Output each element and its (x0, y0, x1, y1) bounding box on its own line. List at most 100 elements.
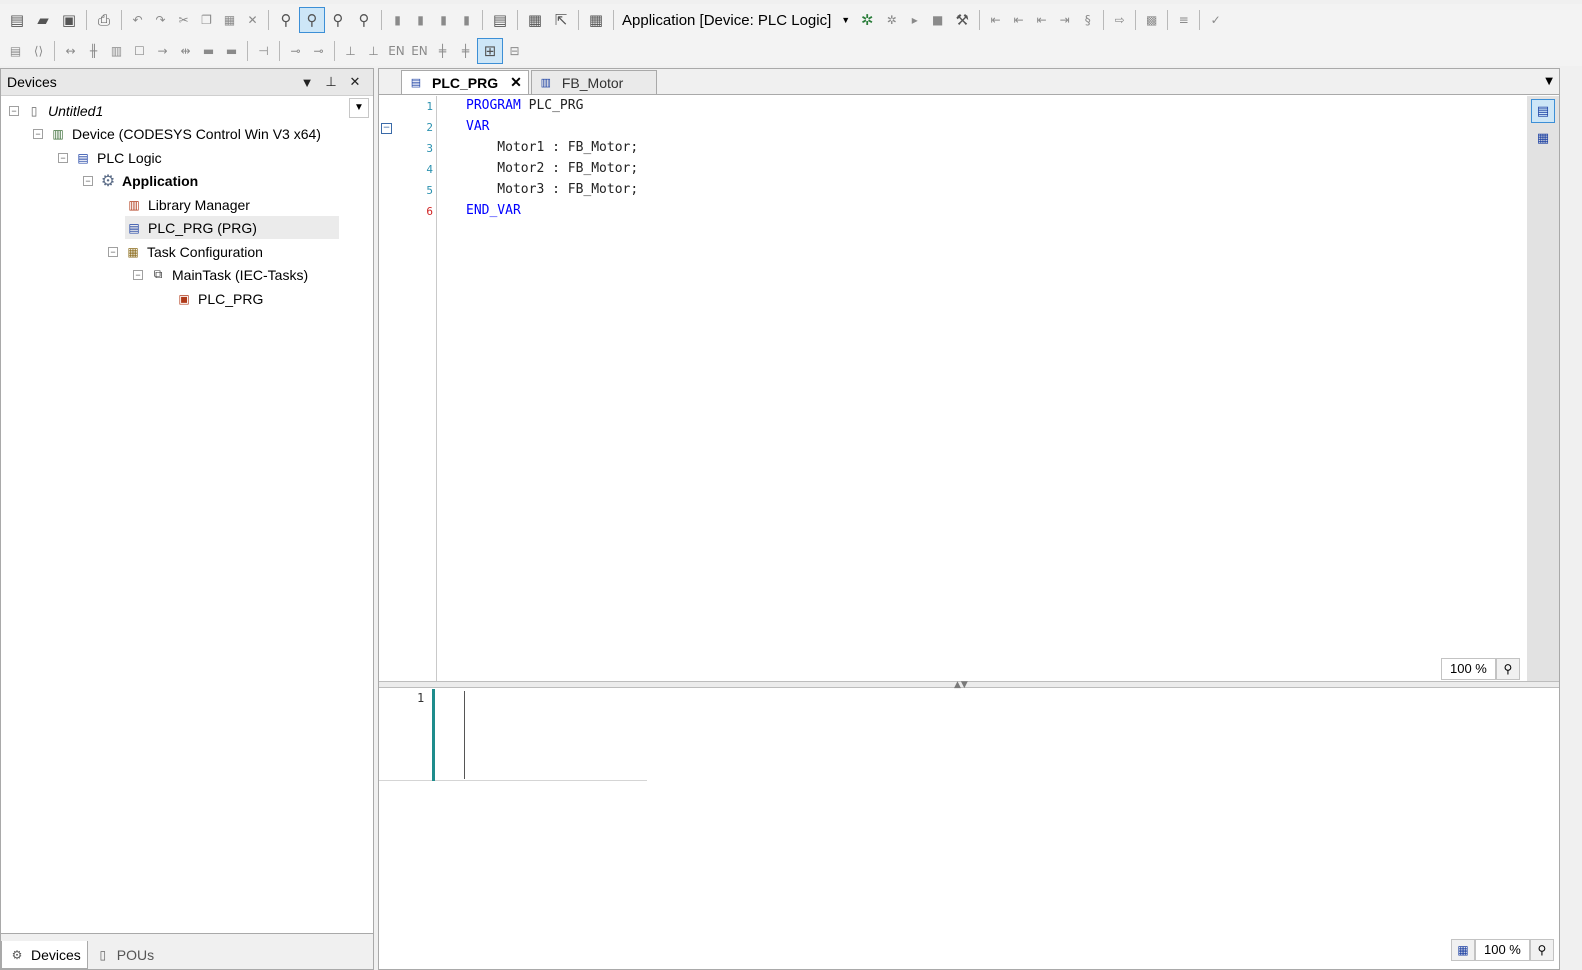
branch-end-icon[interactable]: ⊥ (362, 38, 385, 64)
editor-splitter[interactable]: ▲▼ (379, 680, 1559, 690)
panel-menu-icon[interactable]: ▼ (295, 75, 319, 90)
tab-list-chevron-icon[interactable]: ▼ (1545, 76, 1553, 87)
tree-item-library-manager[interactable]: ▥ Library Manager (125, 193, 250, 216)
textual-view-icon[interactable]: ▤ (1531, 99, 1555, 123)
copy-icon[interactable]: ❐ (195, 7, 218, 33)
collapse-icon[interactable]: − (83, 175, 93, 186)
step-over-icon[interactable]: ⇤ (984, 7, 1007, 33)
tree-item-plc-prg[interactable]: ▤ PLC_PRG (PRG) (125, 216, 339, 239)
tree-dropdown-button[interactable]: ▼ (349, 98, 369, 118)
step-into-icon[interactable]: ⇤ (1007, 7, 1030, 33)
fold-toggle-icon[interactable]: − (381, 123, 392, 134)
insert-return-icon[interactable]: ▬ (197, 38, 220, 64)
replace-next-icon[interactable]: ⚲ (351, 7, 377, 33)
pin-icon[interactable]: ⊥ (319, 74, 343, 90)
open-icon[interactable]: ▰ (30, 7, 56, 33)
set-coil-icon[interactable]: ⊸ (284, 38, 307, 64)
delete-icon[interactable]: ✕ (241, 7, 264, 33)
task-icon: ⧉ (153, 267, 163, 281)
end-icon[interactable]: EN (408, 38, 431, 64)
tab-fb-motor[interactable]: ▥ FB_Motor (530, 70, 657, 94)
toolbar-separator (1103, 10, 1105, 30)
run-to-cursor-icon[interactable]: ⇥ (1053, 7, 1076, 33)
insert-icon[interactable]: ▦ (522, 7, 548, 33)
zoom-icon[interactable]: ⚲ (1529, 939, 1554, 961)
tab-pous[interactable]: ▯ POUs (88, 941, 160, 969)
en-icon[interactable]: EN (385, 38, 408, 64)
insert-coil-icon[interactable]: ⊣ (252, 38, 275, 64)
undo-icon[interactable]: ↶ (126, 7, 149, 33)
replace-icon[interactable]: ⚲ (325, 7, 351, 33)
collapse-icon[interactable]: − (9, 105, 19, 116)
insert-contact-icon[interactable]: ↔ (59, 38, 82, 64)
negate-icon[interactable]: ╪ (431, 38, 454, 64)
collapse-icon[interactable]: − (33, 128, 43, 139)
tab-plc-prg[interactable]: ▤ PLC_PRG ✕ (401, 70, 529, 94)
close-icon[interactable]: ✕ (343, 74, 367, 90)
identifier: Motor2 : FB_Motor; (466, 161, 639, 176)
cut-icon[interactable]: ✂ (172, 7, 195, 33)
collapse-icon[interactable]: − (133, 269, 143, 280)
tools-icon[interactable]: ⚒ (949, 7, 975, 33)
identifier: Motor3 : FB_Motor; (466, 182, 639, 197)
write-values-icon[interactable]: ▩ (1140, 7, 1163, 33)
insert-parallel-contact-icon[interactable]: ╫ (82, 38, 105, 64)
tree-item-application[interactable]: − ⚙ Application (83, 169, 198, 192)
set-next-icon[interactable]: § (1076, 7, 1099, 33)
ld-view-icon[interactable]: ⊟ (503, 38, 526, 64)
collapse-icon[interactable]: − (58, 152, 68, 163)
redo-icon[interactable]: ↷ (149, 7, 172, 33)
bookmark-clear-icon[interactable]: ▮ (455, 7, 478, 33)
tree-item-task-configuration[interactable]: − ▦ Task Configuration (108, 240, 263, 263)
zoom-icon[interactable]: ⚲ (1495, 658, 1520, 680)
insert-input-icon[interactable]: ▬ (220, 38, 243, 64)
branch-start-icon[interactable]: ⊥ (339, 38, 362, 64)
network-insert-icon[interactable]: ▤ (4, 38, 27, 64)
network-view-icon[interactable]: ▦ (1451, 939, 1475, 961)
zoom-value[interactable]: 100 % (1475, 939, 1530, 961)
step-out-icon[interactable]: ⇤ (1030, 7, 1053, 33)
contact-icon[interactable]: ⟨⟩ (27, 38, 50, 64)
tabular-view-icon[interactable]: ▦ (1531, 126, 1555, 150)
new-file-icon[interactable]: ▤ (4, 7, 30, 33)
show-next-icon[interactable]: ⇨ (1108, 7, 1131, 33)
export-icon[interactable]: ⇱ (548, 7, 574, 33)
filter-icon[interactable]: ≡ (1172, 7, 1195, 33)
clipboard-icon[interactable]: ▤ (487, 7, 513, 33)
edge-detect-icon[interactable]: ╪ (454, 38, 477, 64)
insert-assignment-icon[interactable]: → (151, 38, 174, 64)
find-icon[interactable]: ⚲ (273, 7, 299, 33)
close-tab-icon[interactable]: ✕ (510, 74, 522, 91)
tab-devices[interactable]: ⚙ Devices (1, 941, 88, 969)
network[interactable]: 1 (379, 689, 647, 781)
print-icon[interactable]: ⎙ (91, 7, 117, 33)
toolbar-separator (121, 10, 122, 30)
save-icon[interactable]: ▣ (56, 7, 82, 33)
collapse-icon[interactable]: − (108, 246, 118, 257)
stop-icon[interactable]: ■ (926, 7, 949, 33)
check-icon[interactable]: ✓ (1204, 7, 1227, 33)
insert-box-icon[interactable]: ▥ (105, 38, 128, 64)
paste-icon[interactable]: ▦ (218, 7, 241, 33)
implementation-editor[interactable]: 1 ▦ 100 % ⚲ (379, 689, 1559, 969)
tree-item-plc-prg-call[interactable]: ▣ PLC_PRG (175, 287, 263, 310)
active-application-combo[interactable]: Application [Device: PLC Logic] ▼ (618, 7, 854, 33)
reset-coil-icon[interactable]: ⊸ (307, 38, 330, 64)
fbd-view-icon[interactable]: ⊞ (477, 38, 503, 64)
login-icon[interactable]: ✲ (854, 7, 880, 33)
zoom-value[interactable]: 100 % (1441, 658, 1496, 680)
run-icon[interactable]: ▸ (903, 7, 926, 33)
tree-item-plc-logic[interactable]: − ▤ PLC Logic (58, 146, 162, 169)
find-next-icon[interactable]: ⚲ (299, 7, 325, 33)
insert-empty-box-icon[interactable]: ☐ (128, 38, 151, 64)
bookmark-next-icon[interactable]: ▮ (432, 7, 455, 33)
logout-icon[interactable]: ✲ (880, 7, 903, 33)
insert-jump-icon[interactable]: ⇹ (174, 38, 197, 64)
tree-item-device[interactable]: − ▥ Device (CODESYS Control Win V3 x64) (33, 122, 321, 145)
tree-item-maintask[interactable]: − ⧉ MainTask (IEC-Tasks) (133, 263, 308, 286)
declaration-editor[interactable]: 1 2 3 4 5 6 − PROGRAM PLC_PRG VAR Motor1… (379, 96, 1527, 682)
bookmark-prev-icon[interactable]: ▮ (409, 7, 432, 33)
cross-reference-icon[interactable]: ▦ (583, 7, 609, 33)
bookmark-icon[interactable]: ▮ (386, 7, 409, 33)
tree-item-project[interactable]: − ▯ Untitled1 (9, 99, 103, 122)
